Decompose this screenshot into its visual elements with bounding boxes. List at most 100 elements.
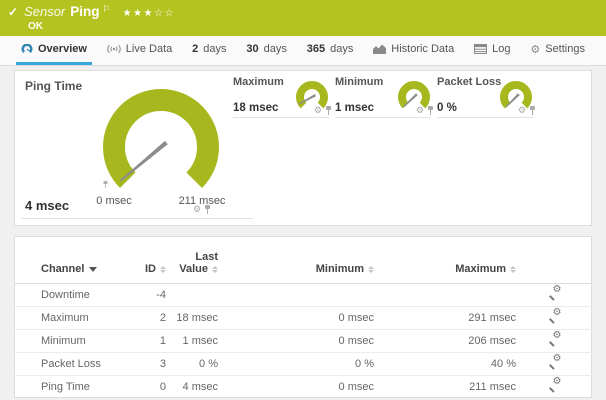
tab-overview[interactable]: Overview: [16, 36, 92, 65]
tab-historic-data[interactable]: Historic Data: [368, 36, 459, 65]
tab-settings[interactable]: ⚙ Settings: [525, 36, 590, 65]
channel-maximum: 206 msec: [374, 330, 516, 353]
sensor-title: Ping: [70, 4, 99, 19]
gauge-pin-icon[interactable]: [326, 106, 331, 115]
gauge-settings-icon[interactable]: ⚙: [193, 204, 201, 215]
table-row-ping-time: Ping Time 0 4 msec 0 msec 211 msec: [15, 376, 593, 399]
gauge-pin-icon[interactable]: [428, 106, 433, 115]
channel-last-value: 4 msec: [170, 376, 218, 399]
gauge-controls: ⚙: [518, 105, 535, 116]
channel-name: Downtime: [15, 284, 140, 307]
channel-minimum: 0 msec: [218, 376, 374, 399]
channels-table: Channel ID Last Value Minimum Maximum Do…: [15, 237, 593, 399]
gauge-divider: [21, 218, 253, 219]
column-header-maximum[interactable]: Maximum: [374, 237, 516, 284]
channel-maximum: 211 msec: [374, 376, 516, 399]
gauge-settings-icon[interactable]: ⚙: [314, 105, 322, 116]
sensor-header: ✓ Sensor Ping ⚐ ★★★☆☆ OK: [0, 0, 606, 36]
gauge-controls: ⚙: [416, 105, 433, 116]
column-label: Channel: [41, 263, 84, 275]
mini-gauge-value: 0 %: [437, 102, 457, 114]
gauge-limit-pin-icon: [104, 181, 108, 188]
priority-stars[interactable]: ★★★☆☆: [123, 8, 175, 19]
tab-live-data[interactable]: Live Data: [102, 36, 177, 65]
mini-gauge-title: Maximum: [233, 76, 284, 88]
gear-icon: ⚙: [530, 43, 540, 56]
channel-minimum: [218, 284, 374, 307]
gauge-controls: ⚙: [193, 204, 210, 215]
channel-settings-icon[interactable]: [548, 356, 562, 369]
mini-gauge-title: Minimum: [335, 76, 383, 88]
log-table-icon: [474, 44, 487, 54]
mini-gauge-value: 1 msec: [335, 102, 374, 114]
mini-gauge-minimum: Minimum 1 msec ⚙: [335, 76, 431, 118]
tab-number: 30: [246, 43, 258, 55]
gauge-controls: ⚙: [314, 105, 331, 116]
tab-label: days: [264, 43, 287, 55]
tab-label: days: [330, 43, 353, 55]
channel-last-value: [170, 284, 218, 307]
sort-icon: [160, 266, 166, 273]
tab-label: Log: [492, 43, 510, 55]
table-row-packet-loss: Packet Loss 3 0 % 0 % 40 %: [15, 353, 593, 376]
sensor-status-badge: OK: [28, 21, 43, 32]
gauge-pin-icon[interactable]: [205, 205, 210, 214]
gauge-settings-icon[interactable]: ⚙: [518, 105, 526, 116]
gauge-pin-icon[interactable]: [530, 106, 535, 115]
tab-log[interactable]: Log: [469, 36, 515, 65]
mini-gauge-packet-loss: Packet Loss 0 % ⚙: [437, 76, 533, 118]
gauge-settings-icon[interactable]: ⚙: [416, 105, 424, 116]
prtg-sensor-page: ✓ Sensor Ping ⚐ ★★★☆☆ OK Overview Live D…: [0, 0, 606, 400]
channel-last-value: 18 msec: [170, 307, 218, 330]
table-row-downtime: Downtime -4: [15, 284, 593, 307]
mini-gauge-title: Packet Loss: [437, 76, 501, 88]
gauges-panel: Ping Time 0 msec 211 msec 4 msec ⚙ Maxim…: [14, 70, 592, 226]
flag-icon[interactable]: ⚐: [103, 4, 111, 15]
tab-number: 365: [307, 43, 325, 55]
channel-name: Minimum: [15, 330, 140, 353]
channel-id: 3: [140, 353, 170, 376]
channel-settings-icon[interactable]: [548, 379, 562, 392]
broadcast-icon: [107, 44, 121, 54]
channel-minimum: 0 msec: [218, 307, 374, 330]
column-header-last-value[interactable]: Last Value: [170, 237, 218, 284]
sensor-kind-label: Sensor: [24, 4, 65, 19]
column-label: Minimum: [316, 263, 364, 275]
tab-365-days[interactable]: 365 days: [302, 36, 359, 65]
channel-settings-icon[interactable]: [548, 310, 562, 323]
channel-last-value: 1 msec: [170, 330, 218, 353]
area-chart-icon: [373, 44, 386, 54]
column-header-settings: [516, 237, 593, 284]
channel-settings-icon[interactable]: [548, 333, 562, 346]
channel-name: Maximum: [15, 307, 140, 330]
sort-icon: [510, 266, 516, 273]
channel-maximum: 291 msec: [374, 307, 516, 330]
column-header-id[interactable]: ID: [140, 237, 170, 284]
tab-2-days[interactable]: 2 days: [187, 36, 231, 65]
sort-icon: [368, 266, 374, 273]
channel-last-value: 0 %: [170, 353, 218, 376]
channel-settings-icon[interactable]: [548, 287, 562, 300]
tab-label: Historic Data: [391, 43, 454, 55]
tab-label: days: [203, 43, 226, 55]
table-row-maximum: Maximum 2 18 msec 0 msec 291 msec: [15, 307, 593, 330]
primary-gauge-value: 4 msec: [25, 198, 69, 213]
channel-id: -4: [140, 284, 170, 307]
sort-desc-icon: [89, 267, 97, 272]
column-header-channel[interactable]: Channel: [15, 237, 140, 284]
ping-time-gauge: [96, 85, 226, 207]
tab-label: Settings: [545, 43, 585, 55]
gauge-scale-min: 0 msec: [83, 195, 145, 207]
channel-name: Packet Loss: [15, 353, 140, 376]
primary-gauge-title: Ping Time: [25, 79, 82, 93]
tab-bar: Overview Live Data 2 days 30 days 365 da…: [0, 36, 606, 66]
tab-label: Live Data: [126, 43, 172, 55]
column-header-minimum[interactable]: Minimum: [218, 237, 374, 284]
channel-minimum: 0 %: [218, 353, 374, 376]
channels-panel: Channel ID Last Value Minimum Maximum Do…: [14, 236, 592, 398]
column-label: Maximum: [455, 263, 506, 275]
tab-30-days[interactable]: 30 days: [241, 36, 292, 65]
column-label: ID: [145, 263, 156, 275]
gauge-icon: [21, 44, 33, 55]
sort-icon: [212, 266, 218, 273]
